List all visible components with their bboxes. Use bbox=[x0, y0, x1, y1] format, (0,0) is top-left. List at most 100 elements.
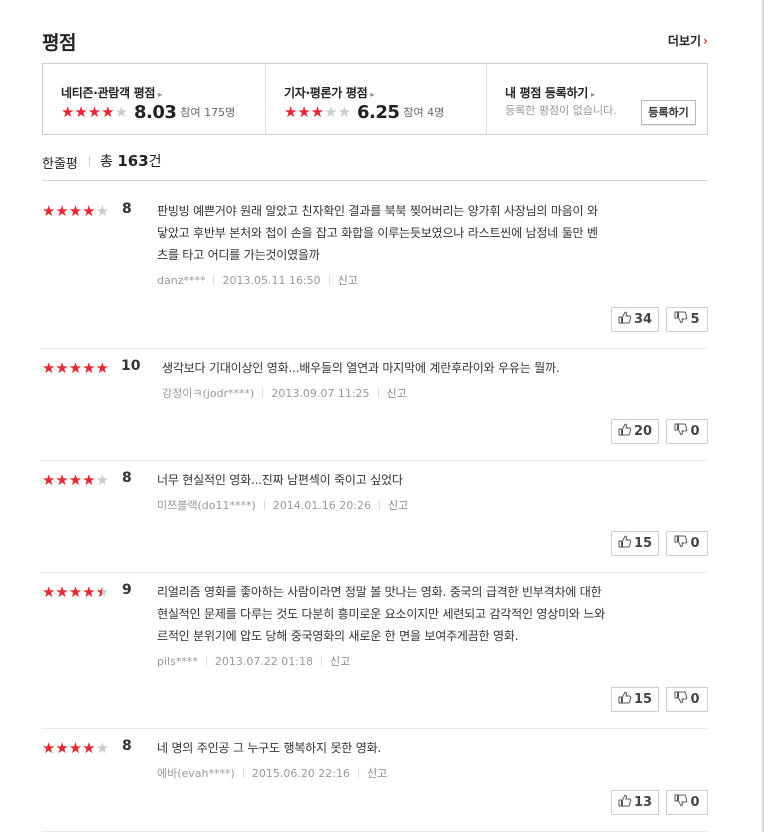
review-text: 네 명의 주인공 그 누구도 행복하지 못한 영화. bbox=[157, 737, 688, 759]
score-summary-box: 네티즌·관람객 평점 ▸ ★ ★ ★ ★ ★ 8.03 참여 175명 기자·평론가 평점… bbox=[42, 63, 708, 135]
star-icon: ★ bbox=[82, 359, 96, 377]
star-icon: ★ bbox=[337, 102, 352, 121]
star-icon: ★ bbox=[68, 471, 83, 489]
like-button[interactable]: 34 bbox=[611, 307, 659, 332]
review-text: 리얼리즘 영화를 좋아하는 사람이라면 정말 볼 맛나는 영화. 중국의 급격한… bbox=[157, 581, 688, 647]
divider bbox=[378, 500, 380, 510]
thumbs-up-icon bbox=[618, 535, 634, 552]
report-link[interactable]: 신고 bbox=[367, 765, 387, 781]
review-date: 2014.01.16 20:26 bbox=[272, 498, 371, 512]
review-meta: 에바(evah****) 2015.06.20 22:16 신고 bbox=[157, 765, 387, 781]
report-link[interactable]: 신고 bbox=[330, 653, 350, 669]
star-rating: ★ ★ ★ ★ ★ bbox=[61, 102, 129, 121]
vote-buttons: 20 0 bbox=[611, 419, 708, 444]
review-item: ★ ★ ★ ★ ★ 10 생각보다 기대이상인 영화...배우들의 열연과 마지막에 계… bbox=[42, 349, 708, 461]
star-icon: ★ bbox=[42, 202, 56, 220]
review-item: ★ ★ ★ ★ ★ 8 너무 현실적인 영화...진짜 남편섹이 죽이고 싶었다 미쯔블… bbox=[42, 461, 708, 573]
review-author[interactable]: 미쯔블랙(do11****) bbox=[157, 497, 256, 513]
more-label: 더보기 bbox=[667, 34, 702, 48]
review-date: 2013.05.11 16:50 bbox=[222, 273, 321, 287]
divider bbox=[377, 388, 379, 398]
star-icon: ★ bbox=[114, 102, 129, 121]
dislike-count: 0 bbox=[690, 692, 700, 707]
critic-score-title[interactable]: 기자·평론가 평점 ▸ bbox=[284, 84, 374, 101]
review-author[interactable]: danz**** bbox=[157, 274, 205, 287]
star-icon: ★ bbox=[101, 102, 115, 121]
dislike-count: 0 bbox=[690, 536, 700, 551]
my-score-title[interactable]: 내 평점 등록하기 ▸ bbox=[505, 84, 595, 101]
more-link[interactable]: 더보기 › bbox=[668, 32, 708, 49]
thumbs-down-icon bbox=[674, 691, 690, 708]
review-author[interactable]: 에바(evah****) bbox=[157, 765, 235, 781]
register-score-button[interactable]: 등록하기 bbox=[641, 100, 696, 125]
review-score: 9 bbox=[122, 582, 132, 598]
review-text: 너무 현실적인 영화...진짜 남편섹이 죽이고 싶었다 bbox=[157, 469, 688, 491]
star-icon: ★ bbox=[74, 102, 88, 121]
star-rating: ★ ★ ★ ★ ★ bbox=[284, 102, 352, 121]
divider bbox=[321, 656, 323, 666]
thumbs-up-icon bbox=[618, 311, 634, 328]
thumbs-down-icon bbox=[674, 794, 690, 811]
review-star-rating: ★ ★ ★ ★ ★ bbox=[42, 585, 109, 601]
star-icon: ★ bbox=[87, 102, 102, 121]
like-button[interactable]: 13 bbox=[611, 790, 659, 815]
critic-participants: 참여 4명 bbox=[403, 106, 445, 119]
star-icon: ★ bbox=[284, 102, 298, 121]
like-count: 34 bbox=[633, 312, 653, 327]
star-icon: ★ bbox=[61, 102, 75, 121]
section-header: 평점 더보기 › bbox=[42, 26, 708, 56]
dislike-count: 5 bbox=[690, 312, 700, 327]
dislike-count: 0 bbox=[690, 795, 700, 810]
star-icon: ★ bbox=[55, 739, 69, 757]
review-author[interactable]: 강정이ㅋ(jodr****) bbox=[162, 385, 254, 401]
star-icon: ★ bbox=[55, 202, 69, 220]
star-icon: ★ bbox=[42, 359, 56, 377]
dislike-button[interactable]: 0 bbox=[666, 419, 708, 444]
review-text: 판빙빙 예쁜거야 원래 알았고 친자확인 결과를 북북 찢어버리는 양가휘 사장… bbox=[157, 200, 688, 266]
star-icon: ★ bbox=[310, 102, 325, 121]
review-date: 2013.09.07 11:25 bbox=[271, 386, 370, 400]
star-icon: ★ bbox=[324, 102, 338, 121]
review-item: ★ ★ ★ ★ ★ 8 네 명의 주인공 그 누구도 행복하지 못한 영화. 에바(ev… bbox=[42, 729, 708, 832]
thumbs-down-icon bbox=[674, 423, 690, 440]
divider bbox=[89, 156, 90, 167]
review-text-line: 생각보다 기대이상인 영화...배우들의 열연과 마지막에 계란후라이와 우유는… bbox=[162, 361, 560, 375]
star-icon: ★ bbox=[95, 739, 110, 757]
review-author[interactable]: pils**** bbox=[157, 655, 198, 668]
divider bbox=[328, 275, 330, 285]
like-button[interactable]: 15 bbox=[611, 531, 659, 556]
review-text-line: 너무 현실적인 영화...진짜 남편섹이 죽이고 싶었다 bbox=[157, 473, 403, 487]
review-text: 생각보다 기대이상인 영화...배우들의 열연과 마지막에 계란후라이와 우유는… bbox=[162, 357, 688, 379]
divider bbox=[263, 500, 265, 510]
like-count: 15 bbox=[633, 536, 653, 551]
netizen-score-title[interactable]: 네티즌·관람객 평점 ▸ bbox=[61, 84, 162, 101]
review-meta: 강정이ㅋ(jodr****) 2013.09.07 11:25 신고 bbox=[162, 385, 407, 401]
report-link[interactable]: 신고 bbox=[387, 385, 407, 401]
like-count: 20 bbox=[633, 424, 653, 439]
thumbs-up-icon bbox=[618, 794, 634, 811]
netizen-participants: 참여 175명 bbox=[180, 106, 236, 119]
star-icon: ★ bbox=[82, 739, 96, 757]
report-link[interactable]: 신고 bbox=[338, 272, 358, 288]
review-date: 2015.06.20 22:16 bbox=[251, 766, 351, 780]
like-button[interactable]: 15 bbox=[611, 687, 659, 712]
star-icon: ★ bbox=[96, 585, 109, 601]
review-text-line: 닿았고 후반부 본처와 첩이 손을 잡고 화합을 이루는듯보였으나 라스트씬에 … bbox=[157, 226, 598, 240]
star-icon: ★ bbox=[82, 471, 96, 489]
thumbs-up-icon bbox=[618, 423, 634, 440]
page-title: 평점 bbox=[42, 32, 76, 54]
dislike-button[interactable]: 0 bbox=[666, 687, 708, 712]
review-meta: 미쯔블랙(do11****) 2014.01.16 20:26 신고 bbox=[157, 497, 408, 513]
star-icon: ★ bbox=[42, 471, 56, 489]
dislike-button[interactable]: 5 bbox=[666, 307, 708, 332]
dislike-button[interactable]: 0 bbox=[666, 531, 708, 556]
star-icon: ★ bbox=[68, 202, 83, 220]
report-link[interactable]: 신고 bbox=[388, 497, 408, 513]
review-text-line: 리얼리즘 영화를 좋아하는 사람이라면 정말 볼 맛나는 영화. 중국의 급격한… bbox=[157, 585, 602, 599]
dislike-button[interactable]: 0 bbox=[666, 790, 708, 815]
review-total: 총 163건 bbox=[100, 152, 162, 170]
review-item: ★★★★★ 9 리얼리즘 영화를 좋아하는 사람이라면 정말 볼 맛나는 영화.… bbox=[42, 573, 708, 729]
like-button[interactable]: 20 bbox=[611, 419, 659, 444]
star-icon: ★ bbox=[95, 359, 110, 377]
review-text-line: 판빙빙 예쁜거야 원래 알았고 친자확인 결과를 북북 찢어버리는 양가휘 사장… bbox=[157, 204, 598, 218]
